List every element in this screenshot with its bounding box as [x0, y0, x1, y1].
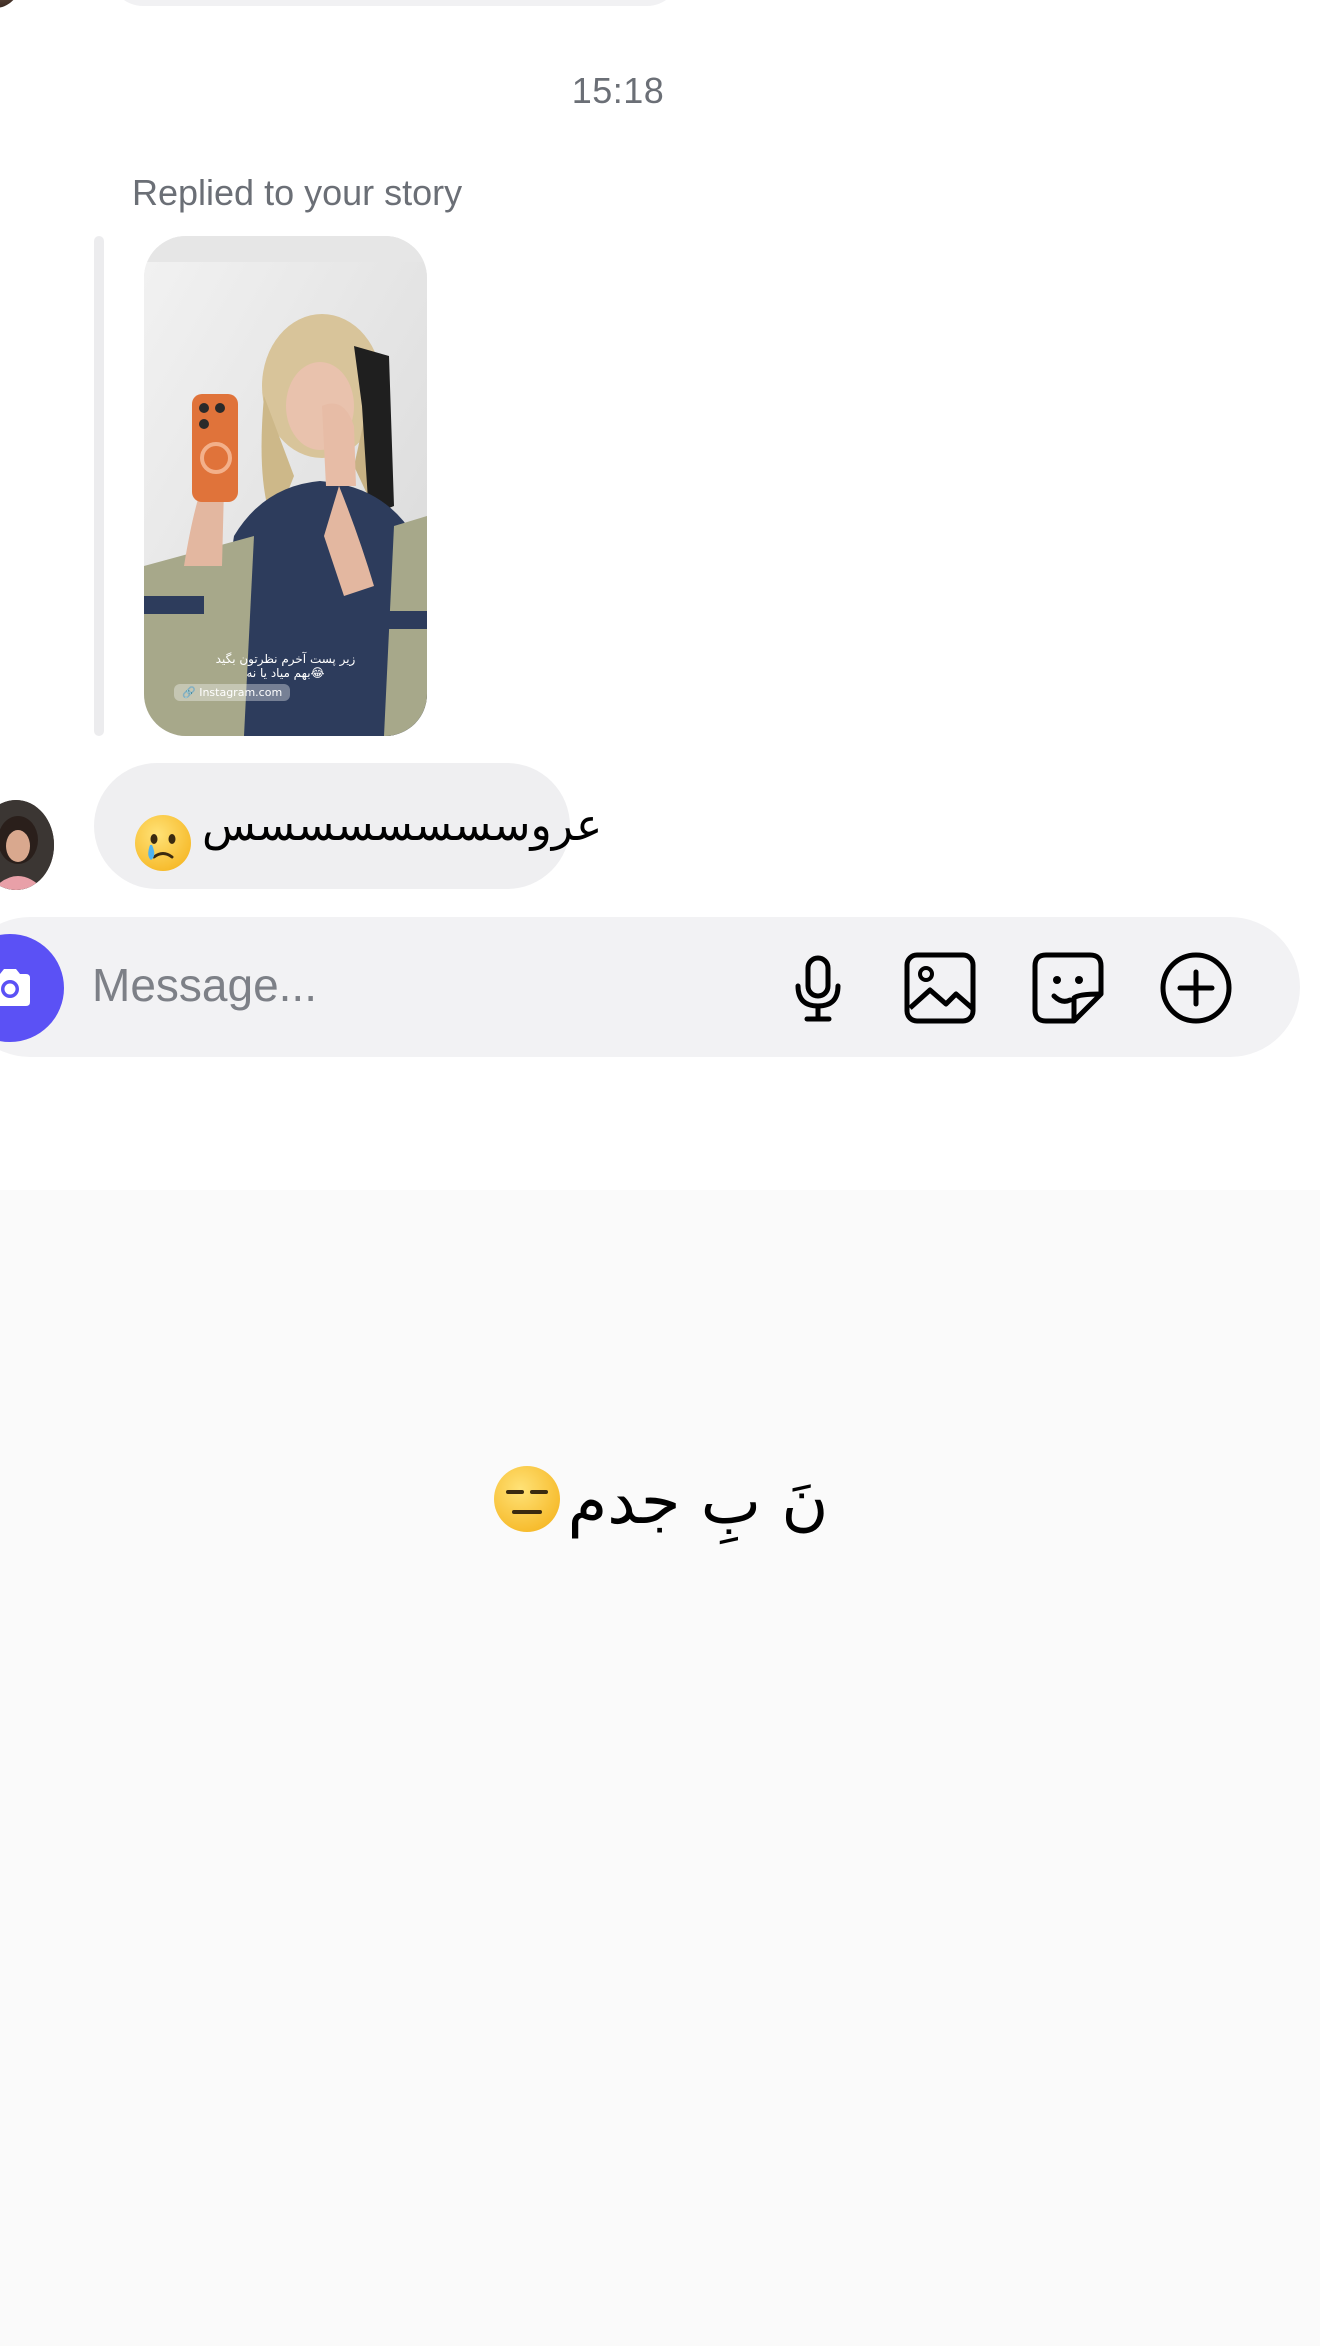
sender-avatar[interactable]	[0, 800, 54, 890]
typed-text: نَ بِ جدم	[567, 1465, 829, 1539]
story-reply-thumbnail[interactable]: زیر پست آخرم نظرتون بگید بهم میاد یا نه😂…	[144, 236, 427, 736]
keyboard-area	[0, 1190, 1320, 2346]
sticker-button[interactable]	[1030, 950, 1106, 1026]
message-bubble[interactable]: عروسسسسسسسس	[94, 763, 602, 889]
message-content: عروسسسسسسسس	[134, 763, 602, 889]
crying-face-icon	[134, 795, 192, 871]
microphone-button[interactable]	[780, 950, 856, 1026]
microphone-icon	[795, 955, 841, 1022]
story-link-sticker: 🔗 Instagram.com	[174, 684, 291, 701]
story-caption-line-2: بهم میاد یا نه😂	[246, 666, 325, 680]
gallery-icon	[904, 952, 976, 1024]
camera-icon	[0, 969, 30, 1006]
sticker-icon	[1032, 952, 1104, 1024]
story-caption: زیر پست آخرم نظرتون بگید بهم میاد یا نه😂	[144, 652, 427, 680]
message-timestamp: 15:18	[571, 70, 665, 111]
message-text: عروسسسسسسسس	[202, 800, 603, 851]
reply-context-label: Replied to your story	[132, 172, 463, 213]
story-caption-line-1: زیر پست آخرم نظرتون بگید	[215, 652, 356, 666]
story-link-text: Instagram.com	[199, 686, 283, 699]
expressionless-face-icon	[492, 1464, 562, 1534]
message-input[interactable]	[92, 950, 692, 1020]
typed-text-preview: نَ بِ جدم	[0, 1465, 1320, 1540]
gallery-button[interactable]	[902, 950, 978, 1026]
more-actions-button[interactable]	[1158, 950, 1234, 1026]
plus-icon	[1160, 952, 1232, 1024]
previous-sender-avatar	[0, 0, 20, 8]
previous-message-bubble[interactable]	[110, 0, 680, 6]
link-icon: 🔗	[182, 686, 196, 699]
reply-indicator-bar	[94, 236, 104, 736]
